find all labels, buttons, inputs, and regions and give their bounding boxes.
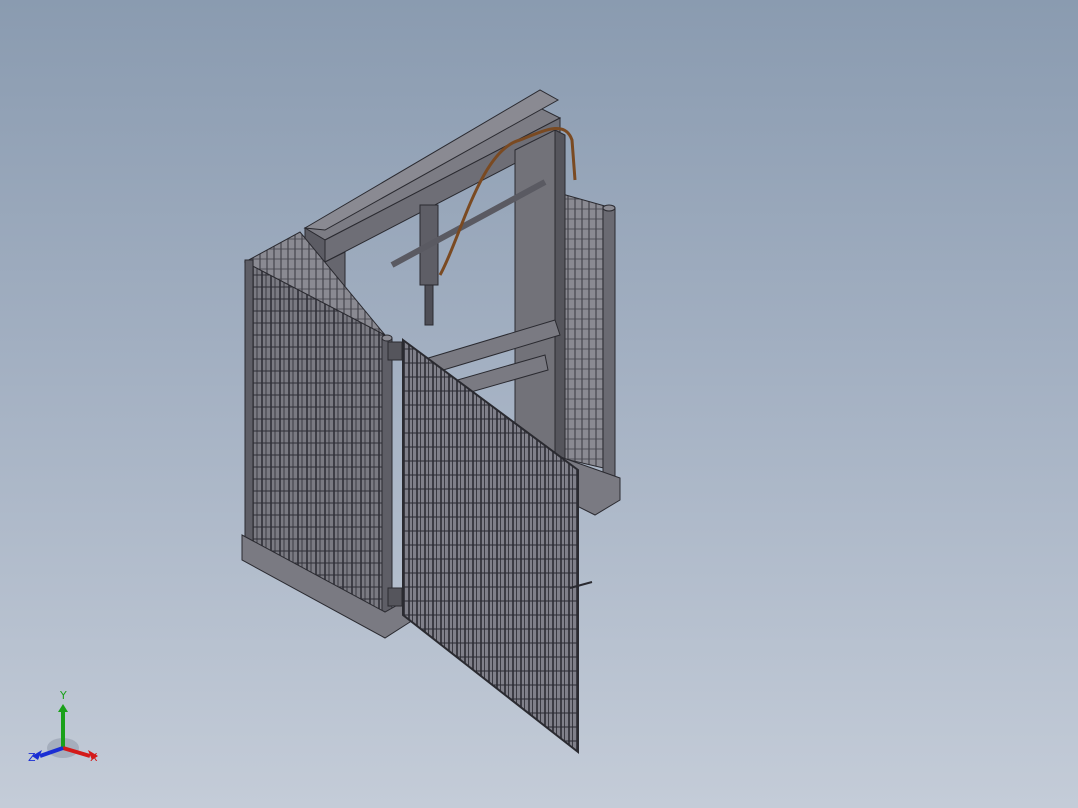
axis-y-label: Y (60, 689, 67, 702)
hinge-top (387, 341, 403, 361)
cad-model[interactable] (0, 0, 1078, 808)
left-post-cap (381, 334, 393, 342)
hinge-bottom (387, 587, 403, 607)
left-post-back (244, 259, 254, 543)
right-post (602, 207, 616, 479)
axis-x-label: X (90, 751, 98, 764)
axis-z-label: Z (28, 751, 36, 764)
right-column-side (554, 129, 566, 471)
cylinder-rod (424, 284, 434, 326)
left-post-front (381, 337, 393, 617)
3d-graphics-area[interactable]: Y X Z (0, 0, 1078, 808)
right-post-cap (602, 204, 616, 212)
coordinate-triad[interactable]: Y X Z (22, 690, 112, 770)
